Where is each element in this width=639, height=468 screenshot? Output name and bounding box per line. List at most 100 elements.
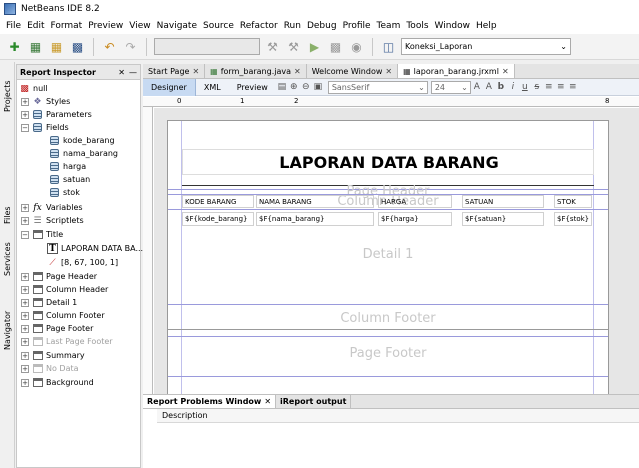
menu-source[interactable]: Source (200, 21, 237, 31)
configuration-combo[interactable] (154, 38, 260, 55)
tree-item-summary[interactable]: + Summary (21, 349, 85, 362)
expand-icon[interactable]: + (21, 378, 29, 387)
menu-run[interactable]: Run (281, 21, 304, 31)
page-icon[interactable]: ▤ (276, 82, 288, 92)
expand-icon[interactable]: + (21, 311, 29, 320)
menu-debug[interactable]: Debug (304, 21, 340, 31)
tree-item-styles[interactable]: + ❖ Styles (21, 95, 70, 108)
close-icon[interactable]: ✕ (264, 397, 271, 406)
preview-view-button[interactable]: Preview (229, 79, 276, 96)
close-icon[interactable]: ✕ (294, 67, 301, 76)
menu-team[interactable]: Team (374, 21, 404, 31)
xml-view-button[interactable]: XML (196, 79, 229, 96)
close-icon[interactable]: ✕ (385, 67, 392, 76)
header-harga[interactable]: HARGA (378, 195, 452, 208)
tab-form-barang[interactable]: ▦ form_barang.java ✕ (205, 64, 307, 78)
tab-start-page[interactable]: Start Page ✕ (143, 64, 206, 78)
build-hammer-icon[interactable]: ⚒ (264, 38, 281, 55)
tree-item-background[interactable]: + Background (21, 376, 94, 389)
tree-field-harga[interactable]: harga (49, 160, 86, 173)
field-kode-barang[interactable]: $F{kode_barang} (182, 212, 254, 226)
files-rail-tab[interactable]: Files (1, 194, 14, 224)
expand-icon[interactable]: + (21, 216, 29, 225)
field-nama-barang[interactable]: $F{nama_barang} (256, 212, 374, 226)
menu-refactor[interactable]: Refactor (237, 21, 281, 31)
open-project-icon[interactable]: ▦ (48, 38, 65, 55)
menu-view[interactable]: View (126, 21, 153, 31)
expand-icon[interactable]: + (21, 272, 29, 281)
menu-preview[interactable]: Preview (85, 21, 126, 31)
tab-welcome-window[interactable]: Welcome Window ✕ (307, 64, 399, 78)
minimize-icon[interactable]: — (129, 68, 137, 77)
connection-select[interactable]: Koneksi_Laporan ⌄ (401, 38, 571, 55)
align-left-icon[interactable]: ≡ (543, 82, 555, 92)
menu-profile[interactable]: Profile (340, 21, 374, 31)
underline-icon[interactable]: u (519, 82, 531, 92)
zoom-in-icon[interactable]: ⊕ (288, 82, 300, 92)
align-center-icon[interactable]: ≡ (555, 82, 567, 92)
header-nama-barang[interactable]: NAMA BARANG (256, 195, 374, 208)
strikethrough-icon[interactable]: s (531, 82, 543, 92)
profile-icon[interactable]: ◉ (348, 38, 365, 55)
tree-root[interactable]: ▩ null (19, 82, 47, 95)
expand-icon[interactable]: + (21, 110, 29, 119)
expand-icon[interactable]: + (21, 364, 29, 373)
tree-item-page-footer[interactable]: + Page Footer (21, 322, 93, 335)
header-stok[interactable]: STOK (554, 195, 592, 208)
description-column-header[interactable]: Description (157, 409, 639, 423)
collapse-icon[interactable]: − (21, 230, 29, 239)
zoom-out-icon[interactable]: ⊖ (300, 82, 312, 92)
bold-icon[interactable]: b (495, 82, 507, 92)
tab-ireport-output[interactable]: iReport output (276, 395, 352, 408)
italic-icon[interactable]: i (507, 82, 519, 92)
header-kode-barang[interactable]: KODE BARANG (182, 195, 254, 208)
tree-field-nama-barang[interactable]: nama_barang (49, 147, 118, 160)
tree-field-stok[interactable]: stok (49, 186, 80, 199)
tree-item-title-band[interactable]: − Title (21, 228, 63, 241)
expand-icon[interactable]: + (21, 203, 29, 212)
menu-window[interactable]: Window (432, 21, 474, 31)
expand-icon[interactable]: + (21, 97, 29, 106)
tree-item-fields[interactable]: − Fields (21, 121, 69, 134)
menu-format[interactable]: Format (48, 21, 86, 31)
menu-edit[interactable]: Edit (24, 21, 47, 31)
undo-icon[interactable]: ↶ (101, 38, 118, 55)
services-rail-tab[interactable]: Services (1, 232, 14, 276)
expand-icon[interactable]: + (21, 285, 29, 294)
debug-icon[interactable]: ▩ (327, 38, 344, 55)
field-stok[interactable]: $F{stok} (554, 212, 592, 226)
menu-navigate[interactable]: Navigate (154, 21, 200, 31)
decrease-font-icon[interactable]: A (483, 82, 495, 92)
increase-font-icon[interactable]: A (471, 82, 483, 92)
tree-item-title-text[interactable]: T LAPORAN DATA BA... (47, 242, 143, 255)
tab-report-problems[interactable]: Report Problems Window ✕ (143, 395, 277, 408)
expand-icon[interactable]: + (21, 298, 29, 307)
run-icon[interactable]: ▶ (306, 38, 323, 55)
tree-item-column-header[interactable]: + Column Header (21, 283, 108, 296)
tree-item-no-data[interactable]: + No Data (21, 362, 79, 375)
tree-item-column-footer[interactable]: + Column Footer (21, 309, 105, 322)
close-icon[interactable]: ✕ (118, 68, 125, 77)
expand-icon[interactable]: + (21, 337, 29, 346)
close-icon[interactable]: ✕ (502, 67, 509, 76)
field-harga[interactable]: $F{harga} (378, 212, 452, 226)
redo-icon[interactable]: ↷ (122, 38, 139, 55)
tree-item-detail[interactable]: + Detail 1 (21, 296, 77, 309)
tree-item-parameters[interactable]: + Parameters (21, 108, 92, 121)
menu-tools[interactable]: Tools (403, 21, 431, 31)
report-title-text[interactable]: LAPORAN DATA BARANG (182, 149, 594, 175)
tree-item-variables[interactable]: + fx Variables (21, 201, 83, 214)
tree-item-scriptlets[interactable]: + ☰ Scriptlets (21, 214, 84, 227)
collapse-icon[interactable]: − (21, 123, 29, 132)
designer-view-button[interactable]: Designer (143, 78, 196, 96)
tree-item-page-header[interactable]: + Page Header (21, 270, 97, 283)
zoom-fit-icon[interactable]: ▣ (312, 82, 324, 92)
tab-laporan-barang[interactable]: ▦ laporan_barang.jrxml ✕ (398, 64, 515, 78)
align-right-icon[interactable]: ≡ (567, 82, 579, 92)
menu-file[interactable]: File (3, 21, 24, 31)
save-all-icon[interactable]: ▩ (69, 38, 86, 55)
header-satuan[interactable]: SATUAN (462, 195, 544, 208)
font-family-select[interactable]: SansSerif ⌄ (327, 80, 428, 94)
font-size-select[interactable]: 24 ⌄ (430, 80, 471, 94)
new-file-icon[interactable]: ✚ (6, 38, 23, 55)
